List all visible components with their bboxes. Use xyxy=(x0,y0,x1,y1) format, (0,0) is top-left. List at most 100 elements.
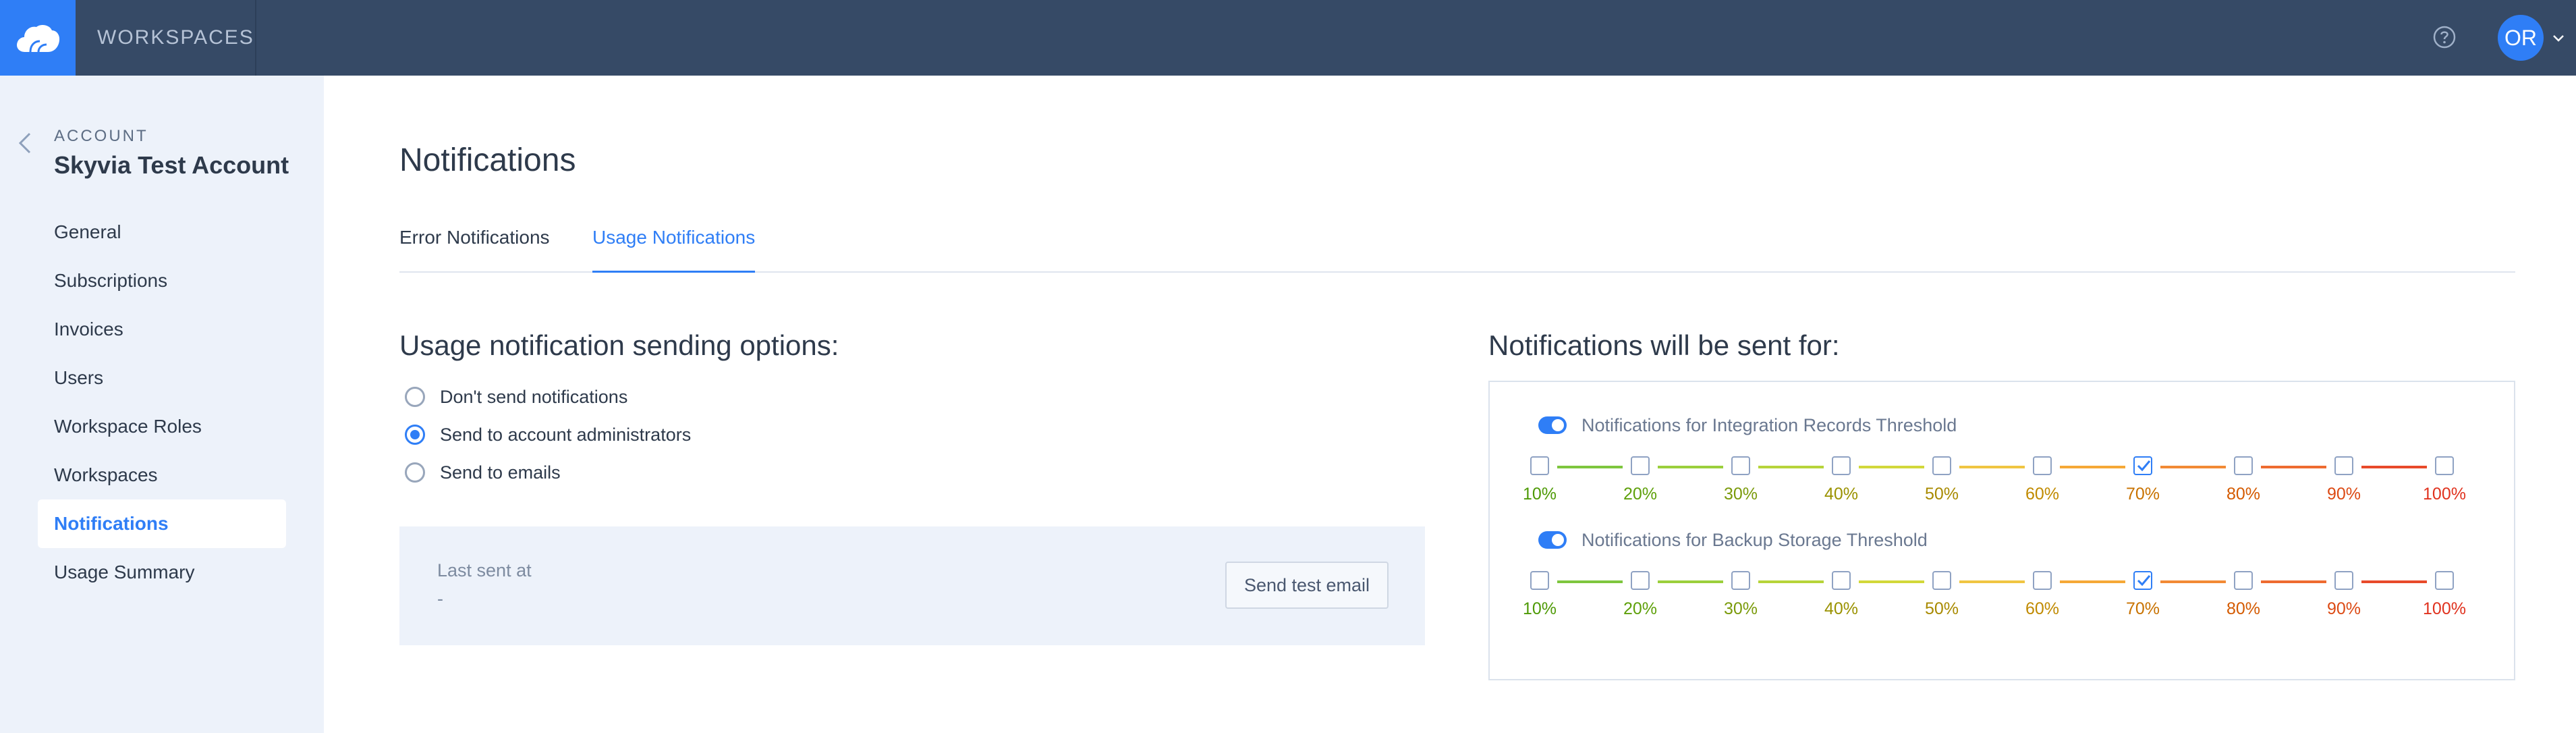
threshold-checkbox[interactable] xyxy=(2133,571,2152,590)
threshold-label: 60% xyxy=(2025,485,2060,504)
radio-dont-send[interactable]: Don't send notifications xyxy=(405,383,627,410)
sidebar: ACCOUNT Skyvia Test Account General Subs… xyxy=(0,76,324,733)
threshold-checkbox[interactable] xyxy=(2435,571,2454,590)
threshold-checkbox[interactable] xyxy=(1631,456,1650,475)
checkmark-icon xyxy=(2137,575,2151,587)
help-icon[interactable] xyxy=(2432,24,2457,50)
threshold-connector xyxy=(2261,580,2326,583)
threshold-checkbox[interactable] xyxy=(1932,571,1951,590)
sidebar-item-invoices[interactable]: Invoices xyxy=(38,305,286,354)
threshold-checkbox[interactable] xyxy=(2334,456,2353,475)
sidebar-item-general[interactable]: General xyxy=(38,208,286,256)
threshold-connector xyxy=(1959,466,2025,468)
threshold-checkbox[interactable] xyxy=(2033,456,2052,475)
sidebar-item-users[interactable]: Users xyxy=(38,354,286,402)
account-name: Skyvia Test Account xyxy=(54,151,289,179)
cloud-icon xyxy=(17,25,60,53)
backup-storage-toggle[interactable] xyxy=(1538,531,1567,549)
sidebar-item-workspace-roles[interactable]: Workspace Roles xyxy=(38,402,286,451)
workspaces-label: WORKSPACES xyxy=(97,26,254,49)
integration-records-toggle[interactable] xyxy=(1538,416,1567,434)
send-test-email-button[interactable]: Send test email xyxy=(1225,562,1389,609)
threshold-label: 50% xyxy=(1924,599,1959,618)
tab-error-notifications[interactable]: Error Notifications xyxy=(399,223,550,273)
sidebar-item-notifications[interactable]: Notifications xyxy=(38,499,286,548)
user-avatar[interactable]: OR xyxy=(2498,15,2544,61)
threshold-label: 40% xyxy=(1824,599,1859,618)
threshold-label: 30% xyxy=(1723,485,1758,504)
backup-storage-scale: 10% 20% 30% 40% 50% 60% 70% 80% 90% 100% xyxy=(1523,567,2475,628)
threshold-connector xyxy=(1557,580,1623,583)
threshold-connector xyxy=(2060,580,2125,583)
threshold-checkbox[interactable] xyxy=(1530,456,1549,475)
threshold-connector xyxy=(2060,466,2125,468)
radio-send-to-admins[interactable]: Send to account administrators xyxy=(405,421,691,448)
threshold-label: 70% xyxy=(2125,485,2160,504)
threshold-connector xyxy=(2160,466,2226,468)
threshold-connector xyxy=(1658,580,1723,583)
threshold-checkbox[interactable] xyxy=(1832,571,1851,590)
threshold-connector xyxy=(1859,580,1924,583)
sidebar-item-subscriptions[interactable]: Subscriptions xyxy=(38,256,286,305)
threshold-label: 80% xyxy=(2226,485,2261,504)
back-arrow-icon[interactable] xyxy=(15,130,35,157)
integration-records-scale: 10% 20% 30% 40% 50% 60% 70% 80% 90% 100% xyxy=(1523,452,2475,513)
threshold-connector xyxy=(2261,466,2326,468)
threshold-label: 30% xyxy=(1723,599,1758,618)
chevron-down-icon[interactable] xyxy=(2550,30,2567,46)
threshold-checkbox[interactable] xyxy=(1530,571,1549,590)
threshold-connector xyxy=(1959,580,2025,583)
thresholds-heading: Notifications will be sent for: xyxy=(1488,329,1840,361)
threshold-label: 100% xyxy=(2423,599,2466,618)
last-sent-value: - xyxy=(437,589,443,609)
threshold-checkbox[interactable] xyxy=(2033,571,2052,590)
threshold-checkbox[interactable] xyxy=(2334,571,2353,590)
checkmark-icon xyxy=(2137,460,2151,472)
workspaces-link[interactable]: WORKSPACES xyxy=(76,0,256,76)
threshold-connector xyxy=(1658,466,1723,468)
threshold-connector xyxy=(1758,466,1824,468)
threshold-label: 10% xyxy=(1522,485,1557,504)
threshold-connector xyxy=(2160,580,2226,583)
threshold-connector xyxy=(1557,466,1623,468)
threshold-label: 40% xyxy=(1824,485,1859,504)
page-title: Notifications xyxy=(399,142,576,178)
threshold-label: 20% xyxy=(1623,485,1658,504)
backup-storage-title: Notifications for Backup Storage Thresho… xyxy=(1581,529,1928,550)
threshold-label: 100% xyxy=(2423,485,2466,504)
tab-usage-notifications[interactable]: Usage Notifications xyxy=(592,223,756,273)
threshold-checkbox[interactable] xyxy=(1631,571,1650,590)
threshold-connector xyxy=(1859,466,1924,468)
radio-label: Don't send notifications xyxy=(440,386,628,407)
integration-records-title: Notifications for Integration Records Th… xyxy=(1581,414,1957,435)
account-section-label: ACCOUNT xyxy=(54,127,148,145)
threshold-checkbox[interactable] xyxy=(1731,456,1750,475)
threshold-connector xyxy=(2361,580,2427,583)
threshold-checkbox[interactable] xyxy=(1832,456,1851,475)
radio-button[interactable] xyxy=(405,387,425,407)
threshold-checkbox[interactable] xyxy=(2234,571,2253,590)
last-sent-panel: Last sent at - Send test email xyxy=(399,526,1425,645)
last-sent-label: Last sent at xyxy=(437,560,532,580)
threshold-label: 50% xyxy=(1924,485,1959,504)
threshold-label: 80% xyxy=(2226,599,2261,618)
sidebar-nav: General Subscriptions Invoices Users Wor… xyxy=(38,208,286,597)
threshold-checkbox[interactable] xyxy=(2435,456,2454,475)
radio-button[interactable] xyxy=(405,462,425,483)
top-bar: WORKSPACES OR xyxy=(0,0,2576,76)
radio-button[interactable] xyxy=(405,425,425,445)
threshold-checkbox[interactable] xyxy=(1932,456,1951,475)
sidebar-item-usage-summary[interactable]: Usage Summary xyxy=(38,548,286,597)
skyvia-logo[interactable] xyxy=(0,0,76,76)
threshold-checkbox[interactable] xyxy=(2133,456,2152,475)
sidebar-item-workspaces[interactable]: Workspaces xyxy=(38,451,286,499)
threshold-connector xyxy=(2361,466,2427,468)
threshold-checkbox[interactable] xyxy=(2234,456,2253,475)
threshold-checkbox[interactable] xyxy=(1731,571,1750,590)
integration-records-header: Notifications for Integration Records Th… xyxy=(1538,412,1957,439)
threshold-label: 10% xyxy=(1522,599,1557,618)
threshold-label: 90% xyxy=(2326,599,2361,618)
avatar-initials: OR xyxy=(2504,25,2537,50)
radio-send-to-emails[interactable]: Send to emails xyxy=(405,459,561,486)
backup-storage-header: Notifications for Backup Storage Thresho… xyxy=(1538,526,1928,553)
